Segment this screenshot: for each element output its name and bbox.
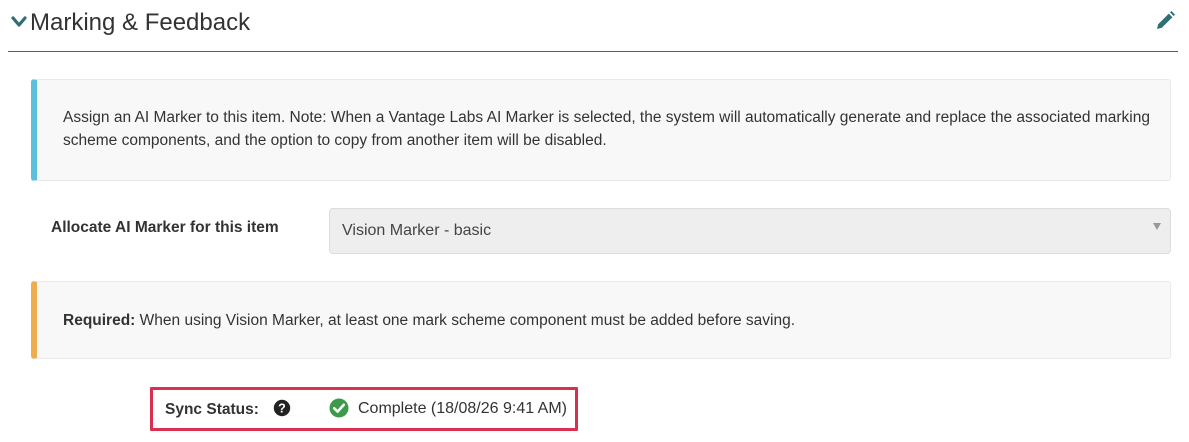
- required-alert-message: When using Vision Marker, at least one m…: [135, 312, 796, 329]
- svg-text:?: ?: [278, 401, 286, 415]
- chevron-down-icon[interactable]: [11, 15, 27, 29]
- info-alert: Assign an AI Marker to this item. Note: …: [31, 79, 1171, 181]
- caret-down-icon: [1153, 223, 1161, 230]
- required-alert-text: Required: When using Vision Marker, at l…: [63, 312, 1153, 330]
- ai-marker-select[interactable]: Vision Marker - basic: [329, 208, 1171, 254]
- ai-marker-selected-value: Vision Marker - basic: [342, 222, 492, 239]
- check-circle-icon: [329, 398, 349, 418]
- ai-marker-label: Allocate AI Marker for this item: [51, 219, 279, 236]
- section-header: Marking & Feedback: [8, 0, 1178, 52]
- section-title: Marking & Feedback: [30, 9, 251, 36]
- question-circle-icon[interactable]: ?: [273, 399, 291, 417]
- pencil-icon[interactable]: [1154, 10, 1176, 32]
- sync-status-value: Complete (18/08/26 9:41 AM): [358, 400, 568, 417]
- sync-status-highlight: Sync Status: ? Complete (18/08/26 9:41 A…: [150, 387, 578, 431]
- required-alert-prefix: Required:: [63, 312, 136, 329]
- sync-status-label: Sync Status:: [165, 401, 259, 418]
- required-alert: Required: When using Vision Marker, at l…: [31, 281, 1171, 359]
- info-alert-text: Assign an AI Marker to this item. Note: …: [63, 109, 1150, 149]
